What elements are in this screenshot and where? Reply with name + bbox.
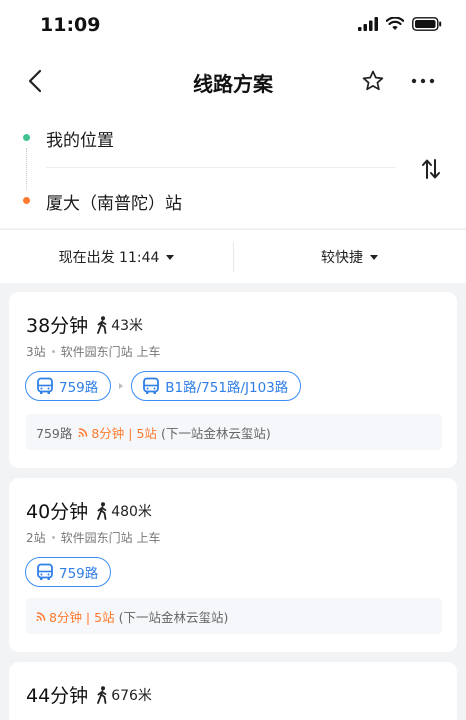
more-icon <box>411 78 435 84</box>
bus-line-label: 759路 <box>59 566 99 582</box>
stop-count: 2站 <box>26 531 46 545</box>
realtime-signal-icon <box>36 612 46 621</box>
boarding-stop: 软件园东门站 上车 <box>60 345 161 359</box>
separator-dot <box>51 350 55 353</box>
realtime-line: 759路 <box>36 425 73 441</box>
plan-summary: 38分钟 43米 <box>26 311 143 338</box>
origin-field[interactable]: 我的位置 <box>46 126 114 151</box>
walk-icon <box>97 685 107 704</box>
route-panel: 我的位置 厦大（南普陀）站 <box>0 112 466 228</box>
walk-distance-value: 676米 <box>111 687 152 704</box>
depart-time-label: 现在出发 11:44 <box>58 250 160 266</box>
bus-icon <box>143 377 160 394</box>
depart-time-dropdown[interactable]: 现在出发 11:44 <box>0 230 233 284</box>
favorite-button[interactable] <box>358 66 388 96</box>
walk-icon <box>97 501 107 520</box>
bus-line-chip[interactable]: B1路/751路/J103路 <box>131 371 302 401</box>
plan-duration: 40分钟 <box>26 501 89 523</box>
status-icons <box>358 17 442 31</box>
walk-distance-value: 43米 <box>111 317 144 334</box>
walk-distance: 676米 <box>96 685 152 705</box>
route-plan-card[interactable]: 44分钟 676米 <box>9 662 457 720</box>
plan-summary: 40分钟 480米 <box>26 497 152 524</box>
signal-icon <box>358 17 378 31</box>
bus-line-chip[interactable]: 759路 <box>25 371 112 401</box>
walk-distance-value: 480米 <box>111 503 152 520</box>
wifi-icon <box>386 17 404 30</box>
line-chips: 759路 <box>25 557 112 587</box>
sort-label: 较快捷 <box>321 250 363 266</box>
status-bar: 11:09 <box>0 0 466 52</box>
plan-summary: 44分钟 676米 <box>26 681 152 708</box>
stop-count: 3站 <box>26 345 46 359</box>
swap-icon <box>422 159 440 179</box>
plan-duration: 38分钟 <box>26 315 89 337</box>
plan-meta: 3站 软件园东门站 上车 <box>26 343 160 360</box>
star-icon <box>362 70 384 91</box>
destination-dot-icon <box>23 197 30 204</box>
walk-distance: 480米 <box>96 501 152 521</box>
route-connector <box>26 148 27 190</box>
route-plan-card[interactable]: 38分钟 43米 3站 软件园东门站 上车 759路 B1路/751路/J103… <box>9 292 457 468</box>
plan-duration: 44分钟 <box>26 685 89 707</box>
bus-line-chip[interactable]: 759路 <box>25 557 112 587</box>
swap-button[interactable] <box>418 156 444 182</box>
realtime-arrival-value: 8分钟 | 5站 <box>91 425 157 441</box>
transfer-arrow-icon <box>119 383 124 389</box>
battery-icon <box>412 17 442 31</box>
bus-line-label: B1路/751路/J103路 <box>165 380 289 396</box>
separator-dot <box>51 536 55 539</box>
filter-bar: 现在出发 11:44 较快捷 <box>0 229 466 283</box>
divider <box>46 167 396 168</box>
caret-down-icon <box>370 254 378 260</box>
header: 线路方案 <box>0 52 466 112</box>
realtime-info: 8分钟 | 5站 (下一站金林云玺站) <box>26 598 442 634</box>
plan-meta: 2站 软件园东门站 上车 <box>26 529 160 546</box>
more-button[interactable] <box>408 66 438 96</box>
realtime-arrival-value: 8分钟 | 5站 <box>49 609 115 625</box>
bus-line-label: 759路 <box>59 380 99 396</box>
page-title: 线路方案 <box>193 72 273 96</box>
bus-icon <box>37 563 53 580</box>
walk-distance: 43米 <box>96 315 143 335</box>
walk-icon <box>97 315 107 334</box>
boarding-stop: 软件园东门站 上车 <box>60 531 161 545</box>
next-stop: (下一站金林云玺站) <box>118 609 229 625</box>
next-stop: (下一站金林云玺站) <box>160 425 271 441</box>
route-plan-card[interactable]: 40分钟 480米 2站 软件园东门站 上车 759路 8分钟 | 5站 (下一… <box>9 478 457 652</box>
realtime-arrival: 8分钟 | 5站 <box>36 607 115 626</box>
origin-dot-icon <box>23 134 30 141</box>
status-time: 11:09 <box>40 14 101 36</box>
realtime-info: 759路 8分钟 | 5站 (下一站金林云玺站) <box>26 414 442 450</box>
line-chips: 759路 B1路/751路/J103路 <box>25 371 302 401</box>
bus-icon <box>37 377 53 394</box>
sort-dropdown[interactable]: 较快捷 <box>233 230 466 284</box>
realtime-arrival: 8分钟 | 5站 <box>78 423 157 442</box>
caret-down-icon <box>166 254 175 260</box>
realtime-signal-icon <box>78 428 88 437</box>
destination-field[interactable]: 厦大（南普陀）站 <box>46 189 182 214</box>
